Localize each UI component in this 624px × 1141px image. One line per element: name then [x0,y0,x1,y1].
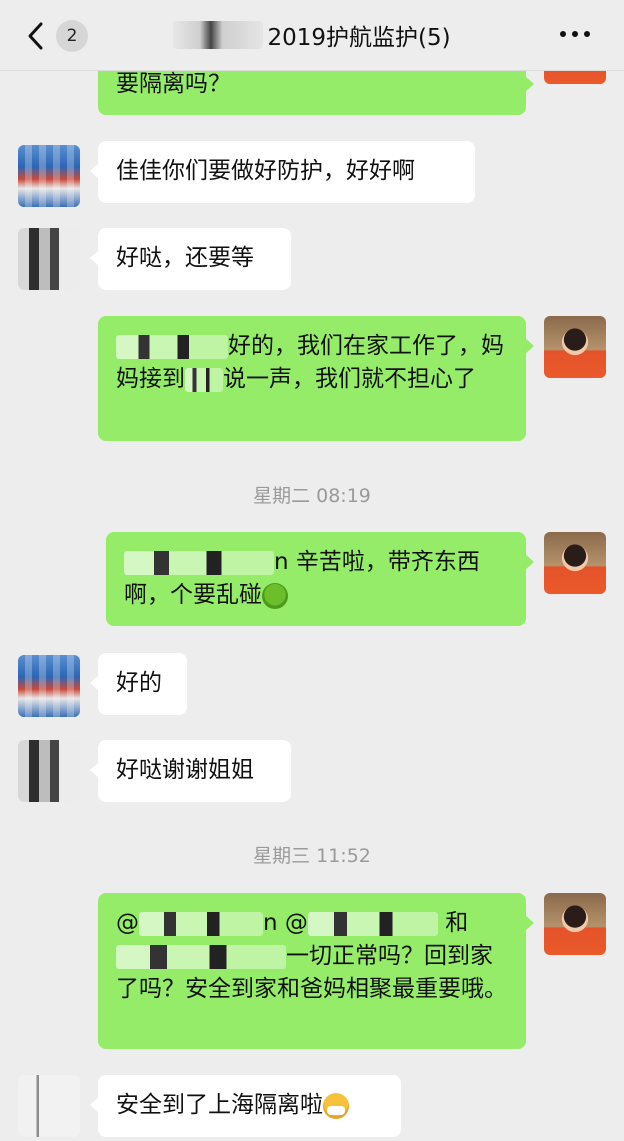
message-bubble-sent[interactable]: 好的，我们在家工作了，妈妈接到 说一声，我们就不担心了 [98,316,534,441]
message-bubble-received[interactable]: 好哒，还要等 [90,228,291,290]
redacted-text [124,550,274,575]
message-text: n @ [263,910,308,936]
redacted-text [307,911,438,936]
message-text-prefix: n [274,549,296,575]
message-text: 佳佳你们要做好防护，好好啊 [116,158,415,184]
message-bubble-sent[interactable]: n 辛苦啦，带齐东西啊，个要乱碰 [106,532,534,626]
timestamp: 星期二 08:19 [253,485,371,507]
message-bubble-received[interactable]: 佳佳你们要做好防护，好好啊 [90,141,475,203]
redacted-text [139,911,263,936]
avatar[interactable] [18,655,80,717]
message-text: @ [116,910,139,936]
timestamp: 星期三 11:52 [253,845,371,867]
message-bubble-received[interactable]: 安全到了上海隔离啦 [90,1075,401,1137]
redacted-text [116,334,228,359]
avatar[interactable] [544,893,606,955]
message-text: 安全到了上海隔离啦 [116,1092,323,1118]
message-text: 和 [445,910,469,936]
avatar[interactable] [18,228,80,290]
message-text: 好哒谢谢姐姐 [116,757,254,783]
chat-title: 2019护航监护(5) [267,25,451,51]
message-bubble-received[interactable]: 好哒谢谢姐姐 [90,740,291,802]
message-text: 要隔离吗？ [116,71,231,97]
redacted-text [185,367,223,392]
emoji-icon [262,582,288,609]
message-text: 好的 [116,670,162,696]
avatar[interactable] [18,1075,80,1137]
message-bubble-sent[interactable]: @ n @ 和一切正常吗？回到家了吗？安全到家和爸妈相聚最重要哦。 [98,893,534,1049]
message-text: 说一声，我们就不担心了 [223,366,476,392]
chat-title-container: 2019护航监护(5) [0,0,624,70]
mask-emoji-icon [323,1092,349,1119]
avatar[interactable] [18,740,80,802]
avatar[interactable] [18,145,80,207]
redacted-name [173,21,264,49]
message-bubble-received[interactable]: 好的 [90,653,187,715]
message-text: 好哒，还要等 [116,245,254,271]
chat-header: 2 2019护航监护(5) [0,0,624,71]
avatar[interactable] [544,316,606,378]
redacted-text [116,944,286,969]
avatar[interactable] [544,532,606,594]
more-dots-icon[interactable] [560,24,590,44]
